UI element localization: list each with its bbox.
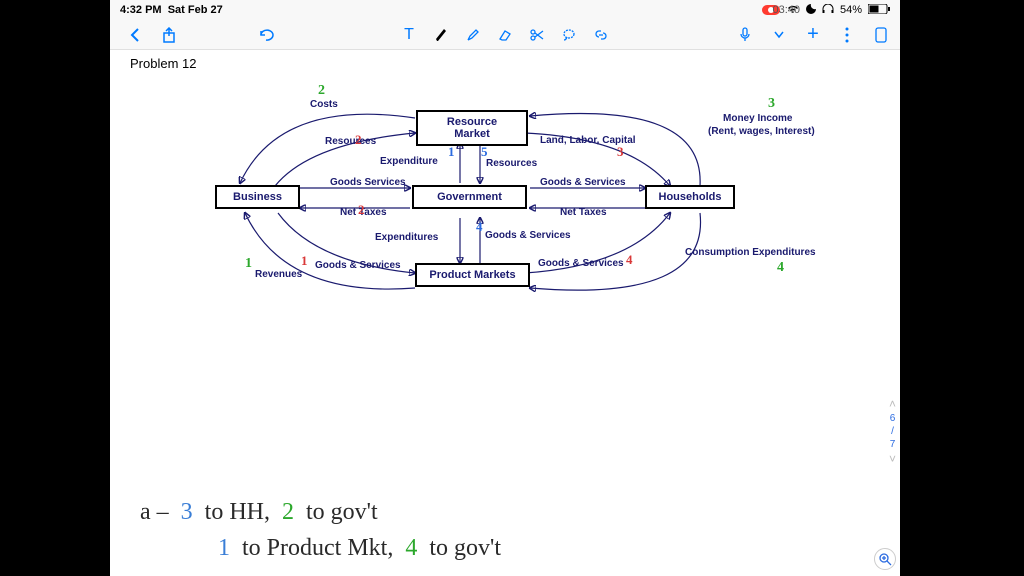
- handwritten-answer: a – 3 to HH, 2 to gov't 1 to Product Mkt…: [140, 494, 501, 566]
- box-households: Households: [645, 185, 735, 209]
- lbl-costs: Costs: [310, 99, 338, 110]
- zoom-button[interactable]: [874, 548, 896, 570]
- more-button[interactable]: [838, 26, 856, 44]
- hw-1d: to gov't: [306, 494, 378, 530]
- ann-r3: 2: [358, 202, 365, 218]
- page-sep: /: [891, 426, 894, 437]
- link-tool[interactable]: [592, 26, 610, 44]
- ann-r2: 1: [301, 253, 308, 269]
- lbl-money-income-sub: (Rent, wages, Interest): [708, 126, 815, 137]
- lbl-gs5: Goods & Services: [538, 258, 624, 269]
- ann-g4: 4: [777, 260, 784, 276]
- app-window: 4:32 PM Sat Feb 27 54%: [110, 0, 900, 576]
- hw-prefix: a –: [140, 494, 169, 530]
- lbl-revenues: Revenues: [255, 269, 302, 280]
- ann-b2: 5: [481, 144, 488, 160]
- lbl-resources2: Resources: [486, 158, 537, 169]
- scissors-tool[interactable]: [528, 26, 546, 44]
- box-government: Government: [412, 185, 527, 209]
- page-title: Problem 12: [130, 56, 196, 71]
- highlighter-tool[interactable]: [464, 26, 482, 44]
- hw-1b: to HH,: [205, 494, 270, 530]
- back-button[interactable]: [126, 26, 144, 44]
- ann-g3: 3: [768, 96, 775, 112]
- battery-icon: [868, 4, 890, 17]
- toolbar: T 03:40: [110, 20, 900, 50]
- lbl-nt2: Net Taxes: [560, 207, 607, 218]
- box-product-markets: Product Markets: [415, 263, 530, 287]
- ann-b3: 4: [476, 219, 483, 235]
- elapsed-time: 03:40: [772, 4, 800, 16]
- eraser-tool[interactable]: [496, 26, 514, 44]
- page-current: 6: [890, 413, 896, 424]
- ann-r5: 4: [626, 252, 633, 268]
- mic-button[interactable]: [736, 26, 754, 44]
- chevron-up-icon[interactable]: ˄: [889, 397, 896, 411]
- circular-flow-diagram: Resource Market Business Government Hous…: [160, 88, 850, 318]
- ann-r4: 3: [617, 144, 624, 160]
- box-business: Business: [215, 185, 300, 209]
- undo-button[interactable]: [258, 26, 276, 44]
- box-resource-market: Resource Market: [416, 110, 528, 146]
- battery-percent: 54%: [840, 4, 862, 16]
- status-time: 4:32 PM Sat Feb 27: [120, 4, 223, 16]
- lbl-gs3: Goods & Services: [485, 230, 571, 241]
- chevron-down-page-icon[interactable]: ˅: [889, 452, 896, 466]
- ann-g2: 1: [245, 256, 252, 272]
- moon-icon: [806, 4, 816, 17]
- text-tool[interactable]: T: [400, 26, 418, 44]
- hw-2b: to Product Mkt,: [242, 530, 393, 566]
- ann-g1: 2: [318, 83, 325, 99]
- ann-r1: 2: [355, 132, 362, 148]
- canvas[interactable]: Problem 12: [110, 50, 900, 576]
- lbl-cons-exp: Consumption Expenditures: [685, 247, 816, 258]
- lbl-gs2: Goods & Services: [540, 177, 626, 188]
- lbl-expenditure: Expenditure: [380, 156, 438, 167]
- lbl-expenditures: Expenditures: [375, 232, 438, 243]
- lbl-gs4: Goods & Services: [315, 260, 401, 271]
- share-button[interactable]: [160, 26, 178, 44]
- lasso-tool[interactable]: [560, 26, 578, 44]
- lbl-money-income: Money Income: [723, 113, 792, 124]
- add-button[interactable]: +: [804, 26, 822, 44]
- headphones-icon: [822, 4, 834, 17]
- hw-2d: to gov't: [429, 530, 501, 566]
- chevron-down-icon[interactable]: [770, 26, 788, 44]
- lbl-resources1: Resources: [325, 136, 376, 147]
- hw-1a: 3: [181, 494, 193, 530]
- hw-2c: 4: [405, 530, 417, 566]
- lbl-gs1: Goods Services: [330, 177, 406, 188]
- tablet-icon[interactable]: [872, 26, 890, 44]
- hw-2a: 1: [218, 530, 230, 566]
- page-total: 7: [890, 439, 896, 450]
- pen-tool[interactable]: [432, 26, 450, 44]
- page-counter: ˄ 6 / 7 ˅: [889, 397, 896, 466]
- hw-1c: 2: [282, 494, 294, 530]
- ann-b1: 1: [448, 144, 455, 160]
